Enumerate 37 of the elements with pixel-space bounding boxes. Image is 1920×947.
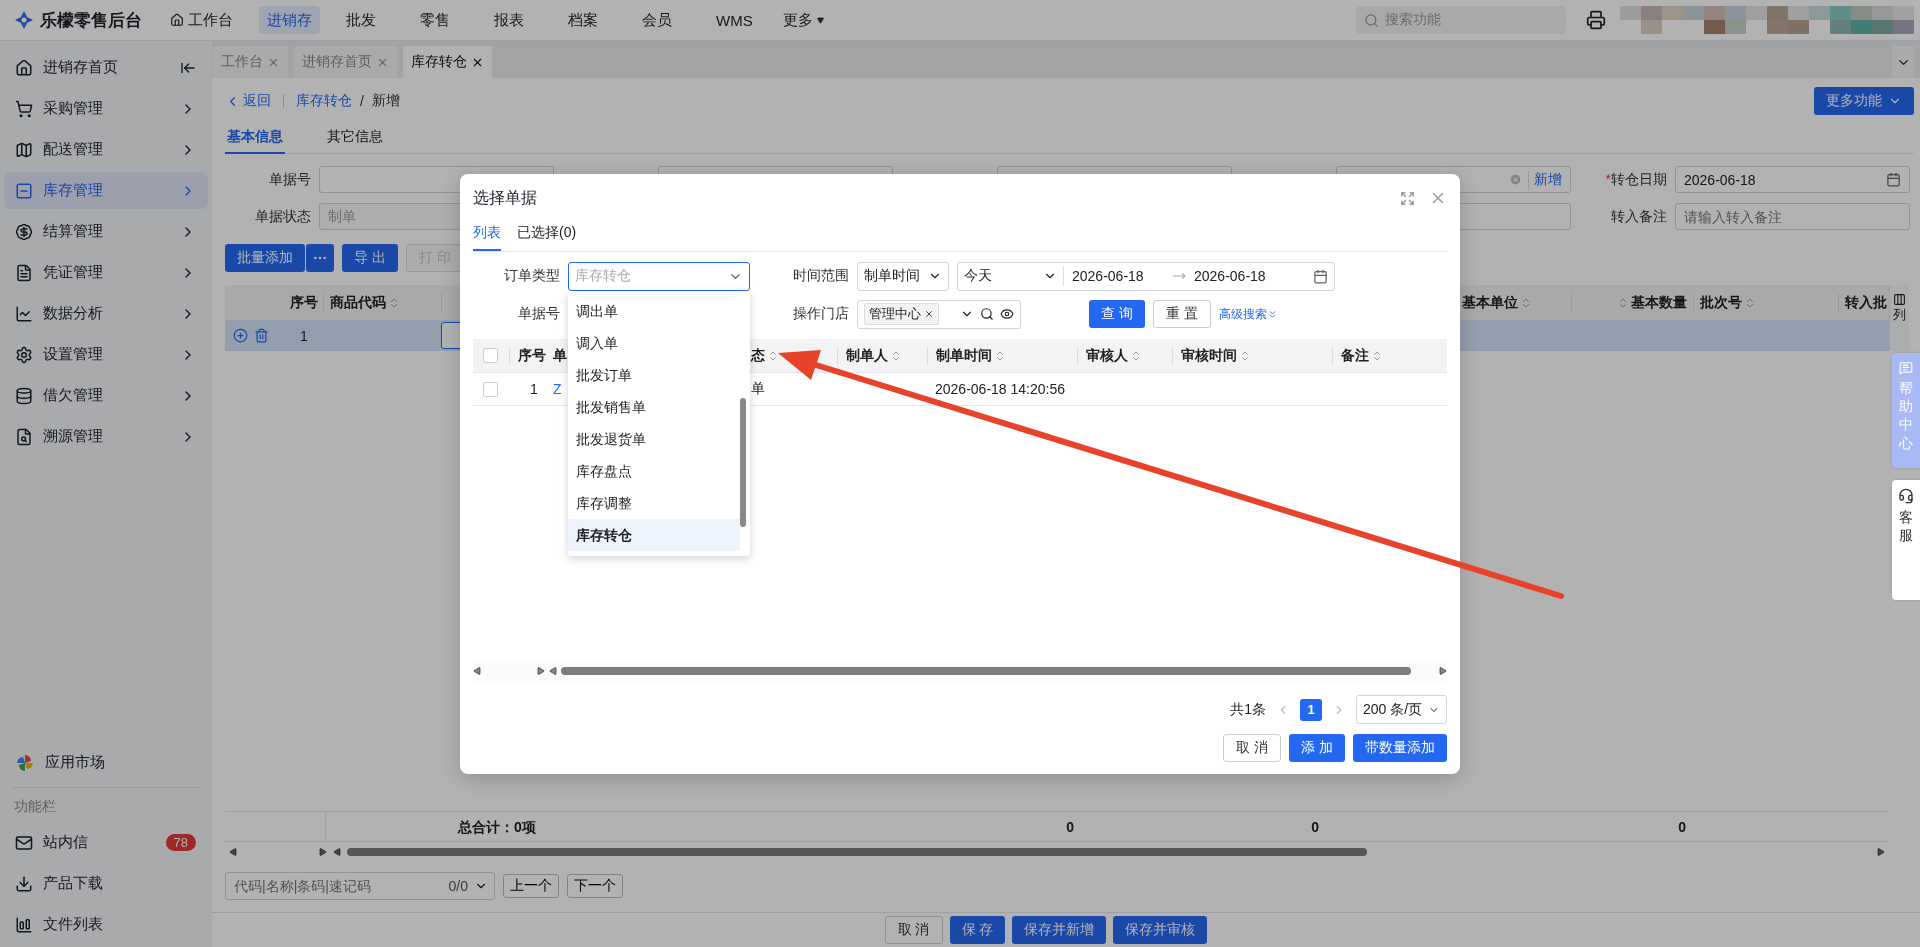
table-cell-text: 2026-06-18 14:20:56 <box>934 381 1066 397</box>
column-header: 审核人 <box>1077 346 1172 365</box>
field-label: *转仓日期 <box>1604 170 1667 189</box>
field-label: 单据号 <box>517 305 561 323</box>
column-header: 审核时间 <box>1172 346 1332 365</box>
field-label: 单据状态 <box>254 207 311 226</box>
column-header: 制单时间 <box>927 346 1077 365</box>
column-header: 基本单位 <box>1456 293 1571 312</box>
field-label: 时间范围 <box>792 267 850 285</box>
field-label: 订单类型 <box>503 267 561 285</box>
app-title: 乐檬零售后台 <box>40 9 142 32</box>
column-header: 基本数量 <box>1571 293 1693 312</box>
count-badge: 78 <box>165 834 196 851</box>
field-label: 单据号 <box>268 170 311 189</box>
column-header: 备注 <box>1332 346 1447 365</box>
total-value: 0 <box>1310 817 1319 837</box>
field-label: 操作门店 <box>792 305 850 323</box>
column-header: 批次号 <box>1693 293 1838 312</box>
column-header: 序号 <box>289 293 319 312</box>
total-value: 0 <box>1677 817 1686 837</box>
column-header: 商品代码 <box>323 293 441 312</box>
column-header: 单 <box>552 346 568 365</box>
table-cell-text: 单 <box>750 380 766 398</box>
breadcrumb-separator: / <box>360 93 364 109</box>
table-cell-text: 1 <box>299 327 309 344</box>
match-count: 0/0 <box>448 878 468 894</box>
total-value: 0 <box>1065 817 1074 837</box>
tag: 管理中心 <box>864 303 939 325</box>
column-header: 制单人 <box>837 346 927 365</box>
table-cell-text: 1 <box>529 381 539 397</box>
column-header: 态 <box>750 346 837 365</box>
section-title: 功能栏 <box>13 797 57 816</box>
column-header: 序号 <box>509 346 551 365</box>
total-label: 总合计：0项 <box>325 811 725 842</box>
total-count: 共1条 <box>1230 700 1266 719</box>
field-label: 转入备注 <box>1610 207 1667 226</box>
breadcrumb-current: 新增 <box>371 92 400 110</box>
